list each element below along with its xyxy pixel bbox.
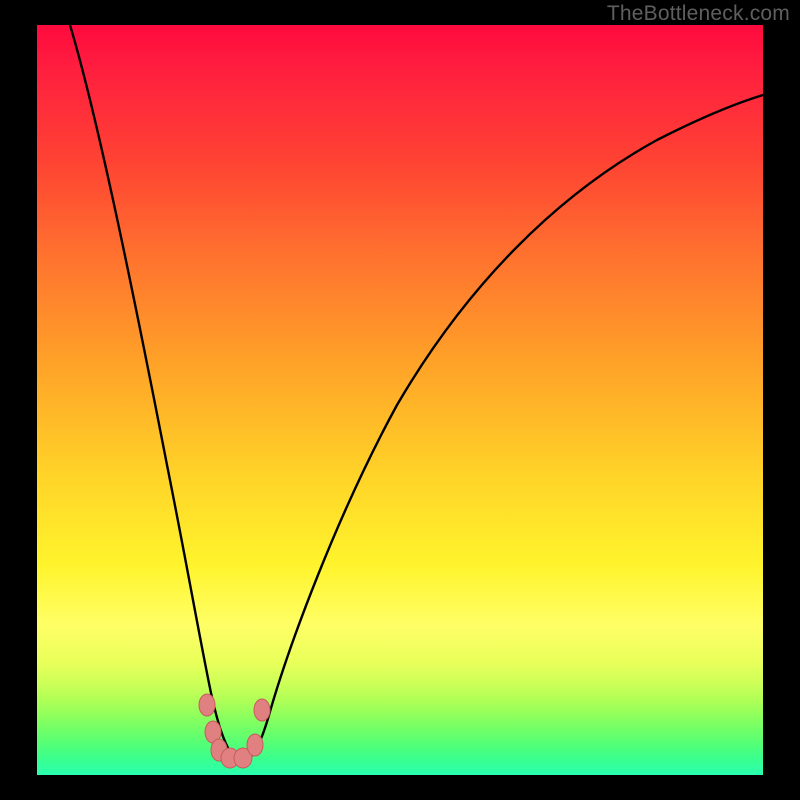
watermark-text: TheBottleneck.com: [607, 2, 790, 26]
plot-area: [37, 25, 763, 775]
bottleneck-curve-svg: [37, 25, 763, 775]
bottleneck-curve-path: [70, 25, 763, 762]
marker-dot: [254, 699, 270, 721]
marker-dot: [247, 734, 263, 756]
curve-markers: [199, 694, 270, 768]
chart-frame: TheBottleneck.com: [0, 0, 800, 800]
marker-dot: [199, 694, 215, 716]
